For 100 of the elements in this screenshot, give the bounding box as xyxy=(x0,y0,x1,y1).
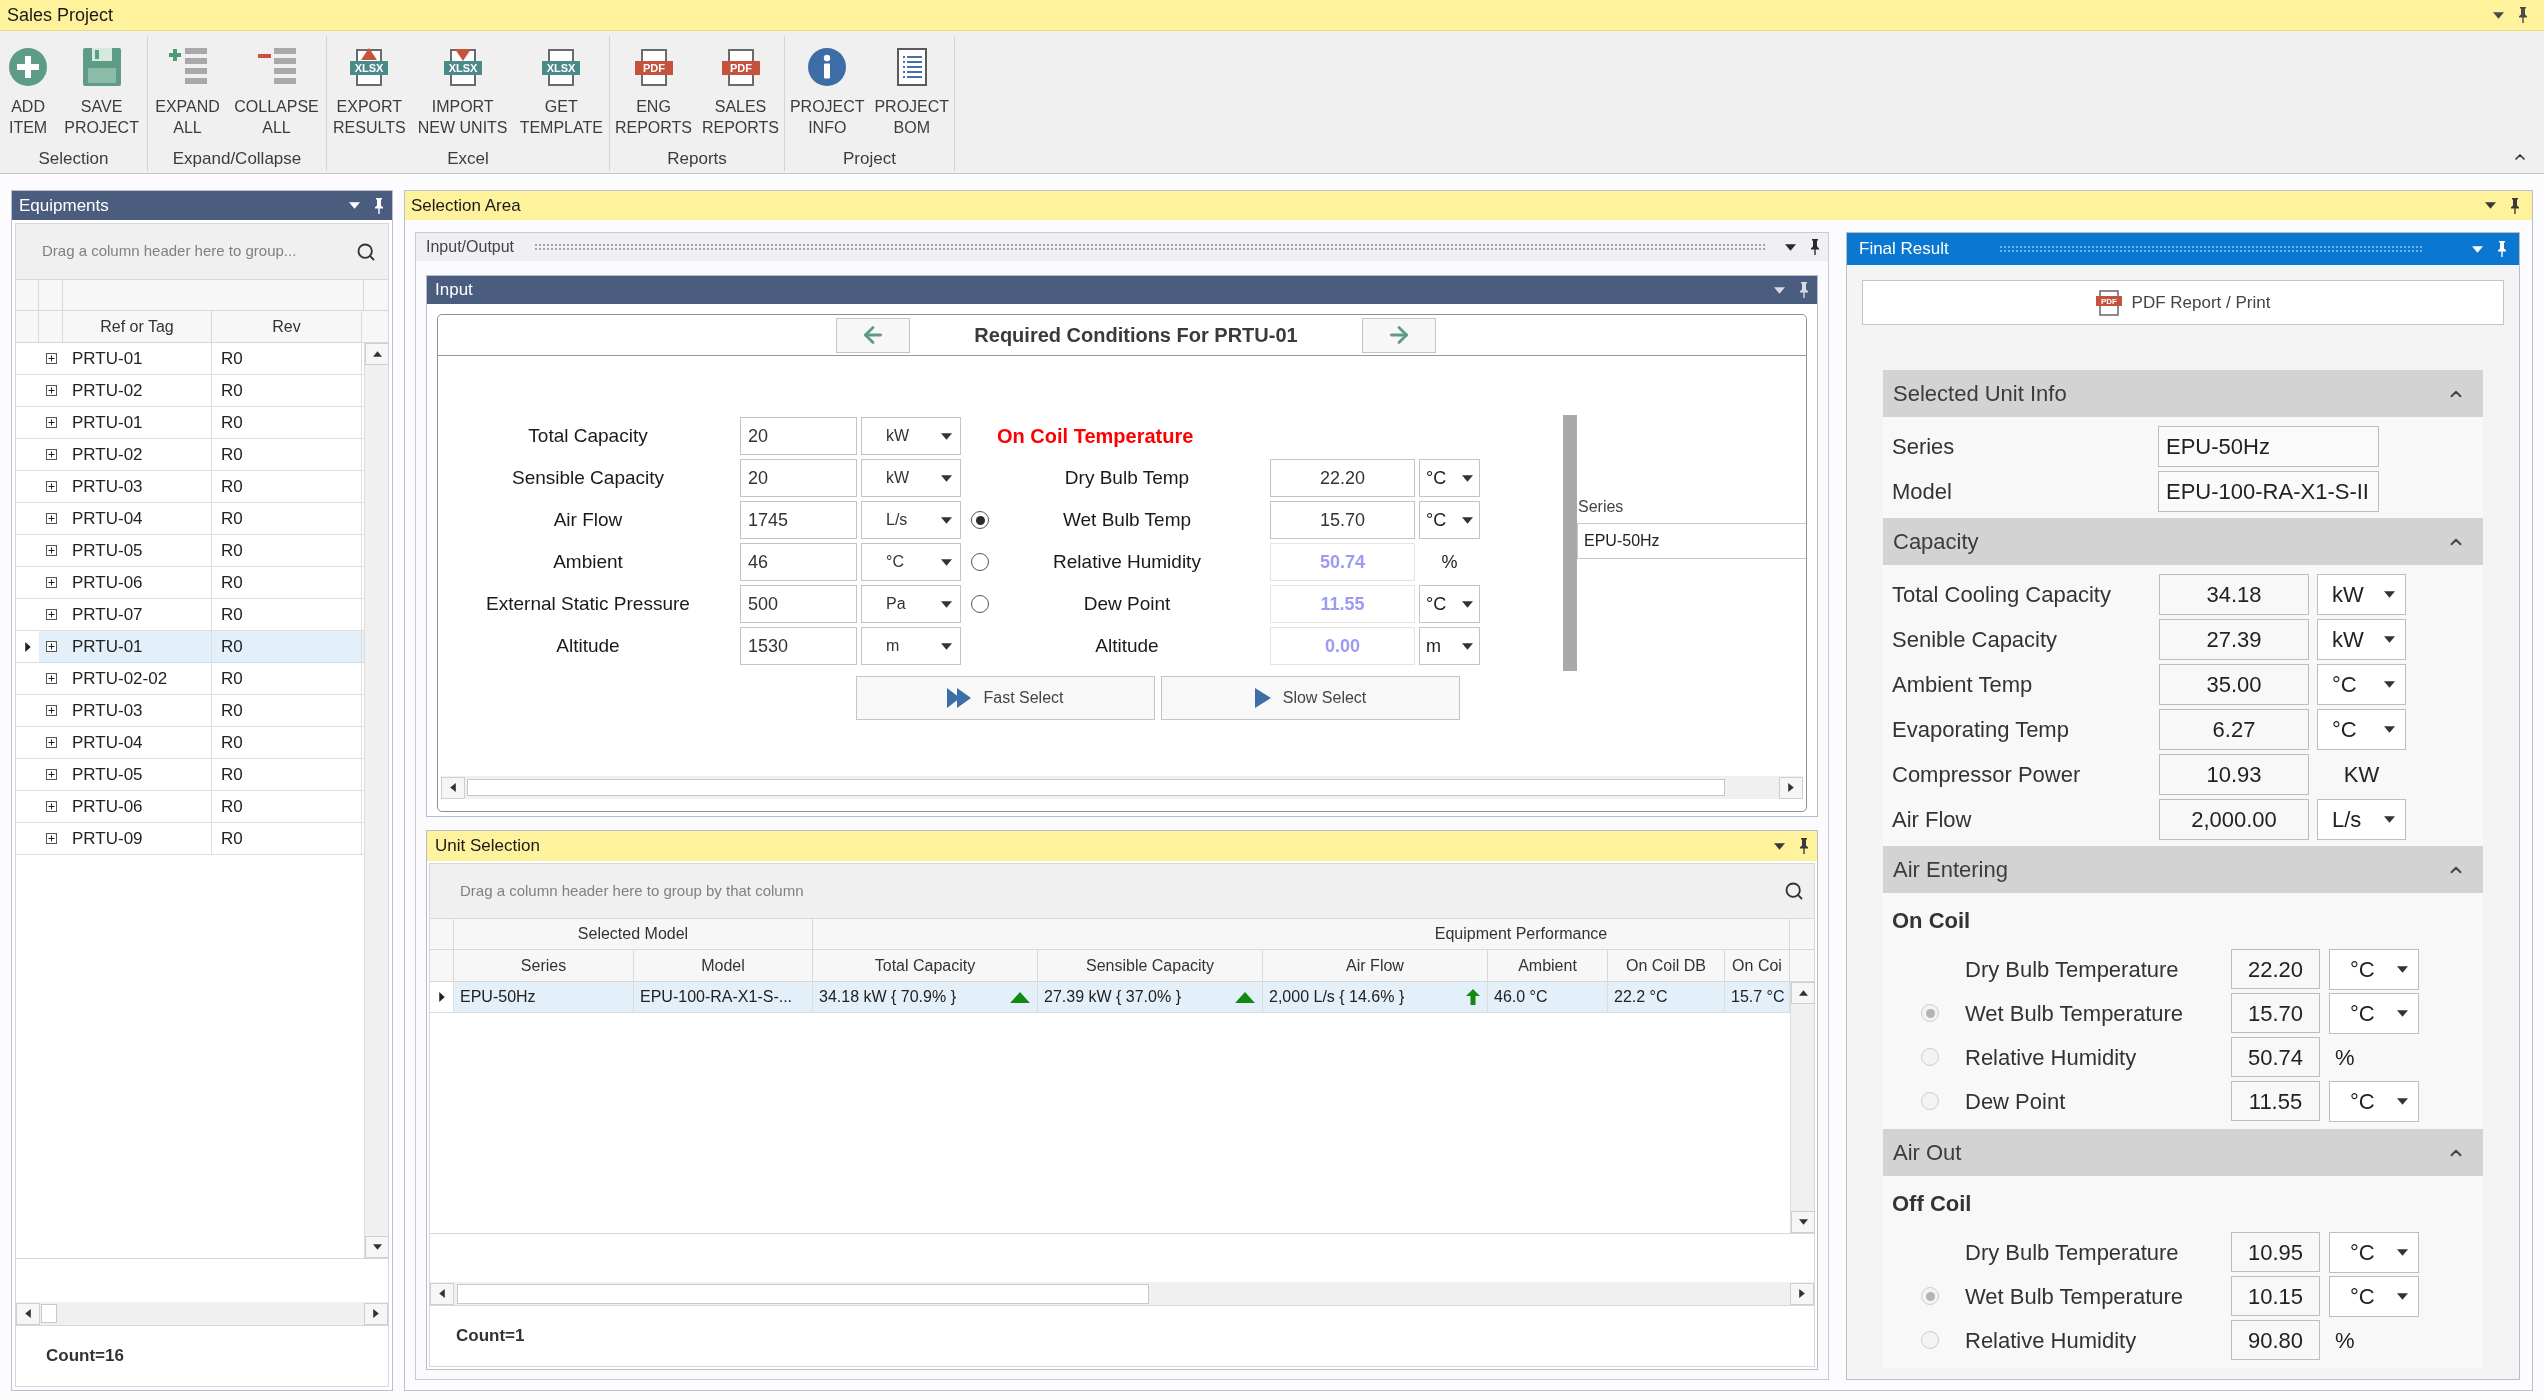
value-field[interactable]: 11.55 xyxy=(2231,1081,2320,1121)
scroll-down-button[interactable] xyxy=(365,1236,389,1258)
table-row[interactable]: EPU-50Hz EPU-100-RA-X1-S-... 34.18 kW { 70.9% } 27.39 kW { 37.0% } 2,000 L/s { 14.6% } 46.0 °C 22.2 °C 15.7 °C xyxy=(430,982,1790,1013)
dropdown-caret-icon[interactable] xyxy=(349,202,360,209)
value-field[interactable]: 22.20 xyxy=(2231,949,2320,989)
unit-dropdown[interactable]: °C xyxy=(2329,948,2419,990)
value-field[interactable]: 10.15 xyxy=(2231,1276,2320,1316)
plus-box-icon[interactable] xyxy=(45,353,57,364)
unit-dropdown[interactable]: °C xyxy=(2329,992,2419,1034)
table-row[interactable]: PRTU-03 R0 xyxy=(16,695,364,727)
unit-dropdown[interactable]: °C xyxy=(1419,459,1480,497)
unit-dropdown[interactable]: m xyxy=(861,627,961,665)
unit-dropdown[interactable]: °C xyxy=(861,543,961,581)
value-field[interactable]: 2,000.00 xyxy=(2159,799,2309,840)
radio-button[interactable] xyxy=(971,553,989,571)
collapse-all-button[interactable]: COLLAPSE ALL xyxy=(231,47,322,138)
scrollbar-thumb[interactable] xyxy=(457,1283,1149,1304)
plus-box-icon[interactable] xyxy=(45,833,57,844)
add-item-button[interactable]: ADD ITEM xyxy=(5,47,52,138)
table-row[interactable]: PRTU-01 R0 xyxy=(16,407,364,439)
dropdown-caret-icon[interactable] xyxy=(2485,202,2496,209)
column-header[interactable]: Air Flow xyxy=(1263,950,1488,981)
text-field[interactable]: EPU-100-RA-X1-S-II xyxy=(2158,471,2379,512)
value-field[interactable]: 15.70 xyxy=(1270,501,1415,539)
value-field[interactable]: 20 xyxy=(740,417,857,455)
pin-icon[interactable] xyxy=(374,197,384,214)
unit-dropdown[interactable]: °C xyxy=(2317,664,2406,705)
reports-button[interactable]: PDF ENG REPORTS xyxy=(611,47,696,138)
unit-dropdown[interactable]: L/s xyxy=(2317,799,2406,840)
project-info-button[interactable]: PROJECT INFO xyxy=(786,47,868,138)
unit-dropdown[interactable]: m xyxy=(1419,627,1480,665)
table-row[interactable]: PRTU-02-02 R0 xyxy=(16,663,364,695)
unit-dropdown[interactable]: °C xyxy=(2329,1080,2419,1122)
plus-box-icon[interactable] xyxy=(45,737,57,748)
import-units-button[interactable]: XLSX IMPORT NEW UNITS xyxy=(414,47,511,138)
table-row[interactable]: PRTU-03 R0 xyxy=(16,471,364,503)
column-header[interactable]: Model xyxy=(634,950,813,981)
dropdown-caret-icon[interactable] xyxy=(1785,243,1796,251)
expand-all-button[interactable]: EXPAND ALL xyxy=(152,47,223,138)
radio-button[interactable] xyxy=(971,595,989,613)
table-row[interactable]: PRTU-07 R0 xyxy=(16,599,364,631)
table-row[interactable]: PRTU-04 R0 xyxy=(16,503,364,535)
pin-icon[interactable] xyxy=(2518,7,2528,23)
table-row[interactable]: PRTU-01 R0 xyxy=(16,631,364,663)
pin-icon[interactable] xyxy=(1810,239,1820,255)
value-field[interactable]: 10.95 xyxy=(2231,1232,2320,1272)
pin-icon[interactable] xyxy=(2510,197,2520,214)
section-header[interactable]: Air Out xyxy=(1883,1129,2483,1176)
scrollbar-thumb[interactable] xyxy=(467,779,1725,796)
value-field[interactable]: 50.74 xyxy=(2231,1037,2320,1077)
column-header[interactable]: On Coi xyxy=(1725,950,1790,981)
previous-button[interactable] xyxy=(836,317,910,353)
grip-handle[interactable] xyxy=(1998,245,2422,253)
section-header[interactable]: Selected Unit Info xyxy=(1883,370,2483,417)
scroll-up-button[interactable] xyxy=(1791,982,1815,1004)
project-bom-button[interactable]: PROJECT BOM xyxy=(871,47,953,138)
table-row[interactable]: PRTU-06 R0 xyxy=(16,567,364,599)
value-field[interactable]: 6.27 xyxy=(2159,709,2309,750)
scroll-left-button[interactable] xyxy=(441,776,465,799)
pdf-report-button[interactable]: PDF PDF Report / Print xyxy=(1862,280,2504,325)
series-field[interactable]: EPU-50Hz xyxy=(1577,523,1806,559)
search-icon[interactable] xyxy=(356,241,376,262)
scroll-right-button[interactable] xyxy=(364,1302,388,1325)
table-row[interactable]: PRTU-02 R0 xyxy=(16,439,364,471)
text-field[interactable]: EPU-50Hz xyxy=(2158,426,2379,467)
unit-dropdown[interactable]: Pa xyxy=(861,585,961,623)
column-header[interactable]: Total Capacity xyxy=(813,950,1038,981)
scroll-left-button[interactable] xyxy=(16,1302,40,1325)
unit-dropdown[interactable]: °C xyxy=(2329,1231,2419,1273)
vertical-scrollbar[interactable] xyxy=(364,343,388,1258)
plus-box-icon[interactable] xyxy=(45,385,57,396)
plus-box-icon[interactable] xyxy=(45,545,57,556)
value-field[interactable]: 500 xyxy=(740,585,857,623)
scrollbar-thumb[interactable] xyxy=(41,1304,57,1323)
column-header[interactable]: Ambient xyxy=(1488,950,1608,981)
plus-box-icon[interactable] xyxy=(45,705,57,716)
unit-dropdown[interactable]: °C xyxy=(1419,585,1480,623)
export-results-button[interactable]: XLSX EXPORT RESULTS xyxy=(330,47,409,138)
plus-box-icon[interactable] xyxy=(45,513,57,524)
plus-box-icon[interactable] xyxy=(45,673,57,684)
next-button[interactable] xyxy=(1362,317,1436,353)
dropdown-caret-icon[interactable] xyxy=(1774,842,1785,850)
table-row[interactable]: PRTU-09 R0 xyxy=(16,823,364,855)
horizontal-scrollbar[interactable] xyxy=(441,776,1803,799)
radio-button[interactable] xyxy=(971,511,989,529)
table-row[interactable]: PRTU-04 R0 xyxy=(16,727,364,759)
plus-box-icon[interactable] xyxy=(45,577,57,588)
column-header[interactable]: On Coil DB xyxy=(1608,950,1725,981)
value-field[interactable]: 90.80 xyxy=(2231,1320,2320,1360)
scroll-down-button[interactable] xyxy=(1791,1211,1815,1233)
value-field[interactable]: 15.70 xyxy=(2231,993,2320,1033)
get-template-button[interactable]: XLSX GET TEMPLATE xyxy=(516,47,606,138)
search-icon[interactable] xyxy=(1784,881,1804,901)
grip-handle[interactable] xyxy=(534,243,1765,251)
plus-box-icon[interactable] xyxy=(45,769,57,780)
value-field[interactable]: 20 xyxy=(740,459,857,497)
value-field[interactable]: 22.20 xyxy=(1270,459,1415,497)
slow-select-button[interactable]: Slow Select xyxy=(1161,676,1460,720)
column-header[interactable]: Sensible Capacity xyxy=(1038,950,1263,981)
fast-select-button[interactable]: Fast Select xyxy=(856,676,1155,720)
